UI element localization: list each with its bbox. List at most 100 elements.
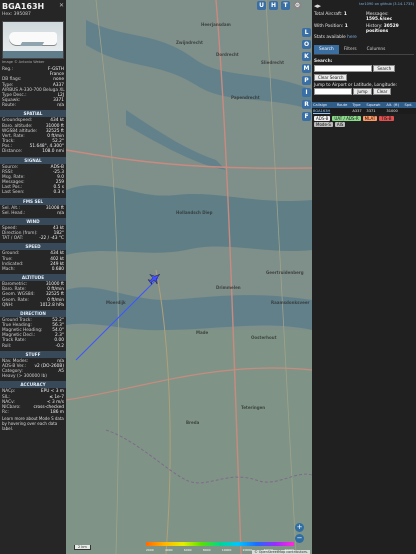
map-label: Raamsdonksveer: [271, 300, 310, 305]
altitude-tick: 2000: [146, 548, 154, 552]
basic-info: Reg.: F-GSTH France DB flags: none Type: A337 A…: [0, 67, 66, 108]
info-row: Distance: 108.0 nmi: [0, 149, 66, 154]
info-value: 1012.8 hPa: [39, 302, 64, 308]
info-row: Route: n/a: [0, 103, 66, 108]
search-button[interactable]: Search: [373, 65, 396, 72]
stat-value: 1595.6/sec: [366, 17, 393, 22]
toggle-m-button[interactable]: M: [302, 64, 311, 73]
stat-item: Messages: 1595.6/sec: [366, 12, 414, 22]
stats-available: Stats available here: [312, 34, 416, 41]
altitude-tick: 8000: [202, 548, 211, 552]
altitude-tick: 10000: [221, 548, 232, 552]
close-panel-icon[interactable]: ✕: [59, 2, 64, 12]
map-label: Drimmelen: [216, 285, 241, 290]
info-value: 0.3 s: [53, 190, 64, 196]
toggle-h-button[interactable]: H: [269, 1, 278, 10]
collapse-chevron-icon[interactable]: ◂▸: [314, 2, 321, 10]
toggle-l-button[interactable]: L: [302, 28, 311, 37]
section-header[interactable]: FMS SEL: [0, 197, 66, 205]
section-header[interactable]: SIGNAL: [0, 156, 66, 164]
info-label: Distance:: [2, 149, 23, 155]
section-header[interactable]: SPATIAL: [0, 110, 66, 118]
toggle-i-button[interactable]: I: [302, 88, 311, 97]
info-value: 0.680: [51, 266, 64, 272]
aircraft-photo[interactable]: [2, 20, 64, 59]
stat-value: 1: [343, 12, 347, 17]
toggle-k-button[interactable]: K: [302, 52, 311, 61]
section-header[interactable]: DIRECTION: [0, 309, 66, 317]
info-row: Heavy (> 300000 lb): [0, 374, 66, 379]
aircraft-hex: Hex: 395087: [2, 11, 31, 17]
map-attribution[interactable]: © OpenStreetMap contributors.: [252, 550, 310, 554]
map-label: Sliedrecht: [261, 60, 285, 65]
tab-search[interactable]: Search: [314, 45, 339, 54]
stats-grid: Total Aircraft: 1 Messages: 1595.6/sec Wit…: [312, 12, 416, 34]
map-label: Made: [196, 330, 209, 335]
section-header[interactable]: SPEED: [0, 243, 66, 251]
stat-item: Total Aircraft: 1: [314, 12, 362, 22]
info-row: TAT / OAT: -22 / -43 °C: [0, 236, 66, 241]
map-label: Teteringen: [241, 405, 266, 410]
map-canvas[interactable]: [66, 0, 312, 554]
search-input[interactable]: [314, 65, 372, 72]
sidebar-tabs: Search Filters Columns: [314, 45, 414, 55]
gear-icon[interactable]: ⚙: [293, 1, 302, 10]
legend-item: UAT / ADS-R: [332, 116, 361, 121]
toggle-o-button[interactable]: O: [302, 40, 311, 49]
info-label: Last Seen:: [2, 190, 25, 196]
legend-item: TIS-B: [379, 116, 394, 121]
aircraft-callsign: BGA163H: [2, 2, 45, 11]
jump-input[interactable]: [314, 88, 352, 95]
jump-button[interactable]: Jump: [353, 88, 372, 95]
map-view[interactable]: Heerjansdam Dordrecht Zwijndrecht Sliedr…: [66, 0, 312, 554]
info-label: QNH:: [2, 302, 14, 308]
toggle-p-button[interactable]: P: [302, 76, 311, 85]
info-row: QNH: 1012.8 hPa: [0, 303, 66, 308]
altitude-tick: 6000: [183, 548, 192, 552]
map-label: Breda: [186, 420, 200, 425]
info-value: n/a: [57, 103, 64, 109]
tab-columns[interactable]: Columns: [362, 45, 391, 54]
info-label: TAT / OAT:: [2, 236, 24, 242]
stat-item: With Position: 1: [314, 24, 362, 34]
section-header[interactable]: STUFF: [0, 350, 66, 358]
altitude-color-bar: [146, 542, 294, 546]
stat-label: With Position:: [314, 24, 344, 29]
info-label: Rc:: [2, 410, 9, 416]
section-header[interactable]: ACCURACY: [0, 381, 66, 389]
github-link[interactable]: tar1090 on github (3.14.1733): [359, 2, 414, 10]
source-legend: ADS-B UAT / ADS-R MLAT TIS-B Mode-S AIS: [312, 114, 416, 129]
altitude-tick: 4000: [164, 548, 173, 552]
legend-item: Mode-S: [314, 122, 333, 127]
clear-search-button[interactable]: Clear Search: [314, 74, 348, 81]
info-label: Mach:: [2, 266, 15, 272]
toggle-u-button[interactable]: U: [257, 1, 266, 10]
stats-link[interactable]: here: [347, 35, 357, 40]
legend-item: AIS: [334, 122, 346, 127]
map-label: Zwijndrecht: [176, 40, 203, 45]
info-value: n/a: [57, 210, 64, 216]
aircraft-info-panel: BGA163H ✕ Hex: 395087 Image © Antonio We…: [0, 0, 66, 554]
legend-item: MLAT: [362, 116, 378, 121]
info-value: -0.2: [55, 343, 64, 349]
info-value: A5: [58, 369, 64, 375]
clear-button[interactable]: Clear: [372, 88, 392, 95]
altitude-tick: 20000: [242, 548, 253, 552]
info-sections: SPATIAL Groundspeed: 434 kt Baro. altitude:…: [0, 110, 66, 415]
zoom-out-button[interactable]: −: [295, 534, 304, 543]
tab-filters[interactable]: Filters: [339, 45, 362, 54]
stat-label: Total Aircraft:: [314, 12, 343, 17]
info-value: 186 m: [50, 410, 64, 416]
zoom-in-button[interactable]: +: [295, 523, 304, 532]
toggle-t-button[interactable]: T: [281, 1, 290, 10]
section-header[interactable]: WIND: [0, 217, 66, 225]
map-label: Oosterhout: [251, 335, 277, 340]
learn-more-text: Learn more about Mode S data by hovering…: [2, 416, 64, 431]
map-label: Hollandsch Diep: [176, 210, 213, 215]
toggle-f-button[interactable]: F: [302, 112, 311, 121]
info-row: Mach: 0.680: [0, 267, 66, 272]
toggle-r-button[interactable]: R: [302, 100, 311, 109]
scale-bar: 2 km: [74, 545, 91, 550]
search-label: Search:: [314, 59, 333, 64]
section-header[interactable]: ALTITUDE: [0, 274, 66, 282]
